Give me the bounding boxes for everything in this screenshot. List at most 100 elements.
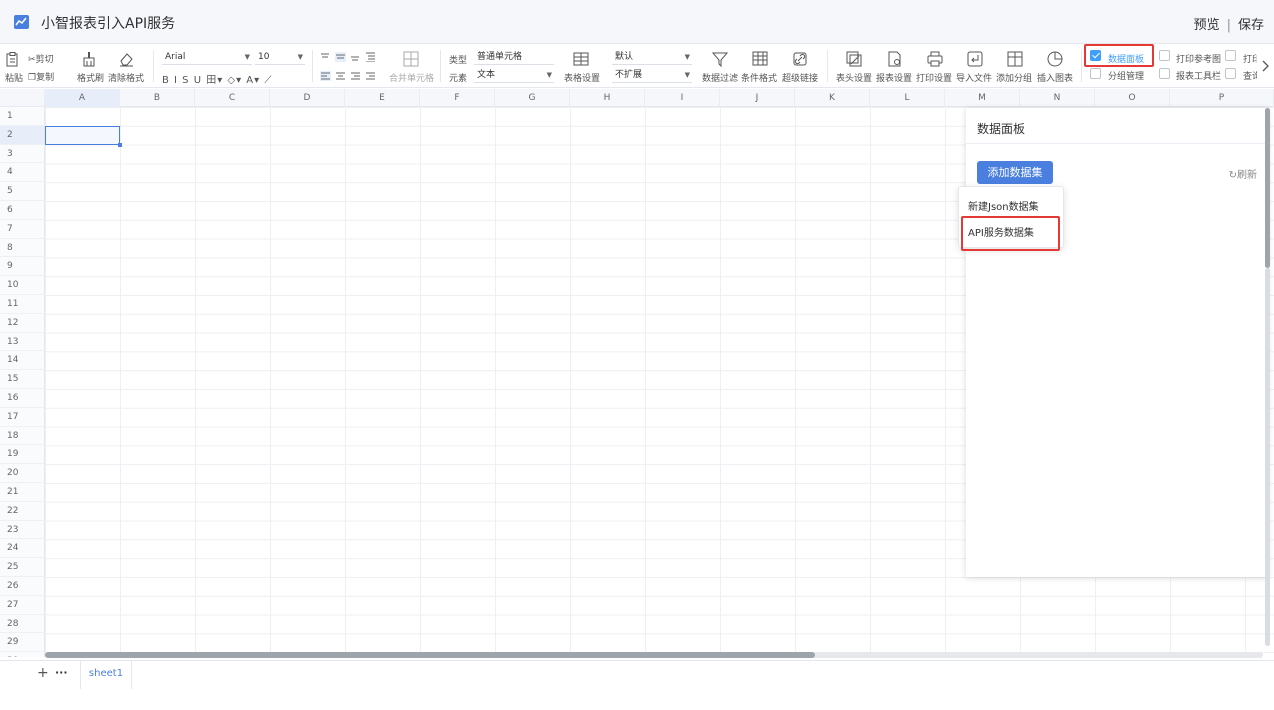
row-header[interactable]: 20 [0, 464, 45, 483]
report-toolbar-label[interactable]: 报表工具栏 [1176, 69, 1221, 82]
paste-icon[interactable] [6, 52, 20, 67]
pie-chart-icon[interactable] [1047, 51, 1063, 67]
format-brush-button[interactable]: 格式刷 [77, 71, 104, 84]
add-dataset-button[interactable]: 添加数据集 [977, 161, 1053, 184]
row-header[interactable]: 13 [0, 332, 45, 352]
print-label[interactable]: 打印 [1243, 52, 1257, 65]
header-settings-button[interactable]: 表头设置 [836, 71, 872, 84]
selected-cell-a2[interactable] [45, 126, 122, 147]
row-header[interactable]: 6 [0, 201, 45, 220]
row-header[interactable]: 5 [0, 182, 45, 201]
row-header[interactable]: 10 [0, 276, 45, 295]
row-header[interactable]: 8 [0, 238, 45, 258]
row-header[interactable]: 18 [0, 426, 45, 446]
column-header[interactable]: B [120, 89, 195, 107]
cut-button[interactable]: ✂剪切 [28, 52, 54, 65]
more-sheets-button[interactable]: ··· [55, 666, 68, 679]
row-header[interactable]: 9 [0, 257, 45, 277]
query-label[interactable]: 查询 [1243, 69, 1257, 82]
row-header[interactable]: 1 [0, 107, 45, 126]
row-header[interactable]: 22 [0, 501, 45, 521]
import-file-icon[interactable] [967, 51, 983, 67]
expand-type-select[interactable]: 不扩展 ▼ [612, 69, 692, 83]
column-header[interactable]: D [270, 89, 345, 107]
report-settings-button[interactable]: 报表设置 [876, 71, 912, 84]
corner-cell[interactable] [0, 89, 45, 107]
row-header[interactable]: 14 [0, 351, 45, 371]
column-header[interactable]: L [870, 89, 945, 107]
format-brush-icon[interactable] [82, 51, 96, 67]
row-header[interactable]: 26 [0, 577, 45, 596]
row-header[interactable]: 4 [0, 163, 45, 183]
group-manage-checkbox[interactable] [1090, 68, 1101, 79]
row-header[interactable]: 12 [0, 313, 45, 333]
clear-format-button[interactable]: 清除格式 [108, 71, 144, 84]
column-header[interactable]: I [645, 89, 720, 107]
filter-icon[interactable] [712, 51, 728, 67]
column-header[interactable]: N [1020, 89, 1095, 107]
column-header[interactable]: F [420, 89, 495, 107]
paste-button[interactable]: 粘贴 [5, 71, 23, 84]
link-icon[interactable] [792, 51, 808, 67]
report-settings-icon[interactable] [887, 51, 903, 67]
expand-default-select[interactable]: 默认 ▼ [612, 51, 692, 65]
sheet-tab[interactable]: sheet1 [80, 661, 132, 689]
cell-type-select[interactable]: 普通单元格 [474, 51, 554, 65]
font-size-select[interactable]: 10 ▼ [255, 51, 305, 65]
column-header[interactable]: P [1170, 89, 1274, 107]
column-header[interactable]: J [720, 89, 795, 107]
merge-cells-icon[interactable] [403, 51, 419, 67]
eraser-icon[interactable] [118, 51, 134, 67]
column-header[interactable]: G [495, 89, 570, 107]
print-ref-label[interactable]: 打印参考图 [1176, 52, 1221, 65]
horizontal-scrollbar-thumb[interactable] [45, 652, 815, 658]
row-header[interactable]: 23 [0, 520, 45, 540]
column-header[interactable]: C [195, 89, 270, 107]
data-panel-label[interactable]: 数据面板 [1108, 52, 1144, 65]
insert-chart-button[interactable]: 插入图表 [1037, 71, 1073, 84]
printer-icon[interactable] [927, 51, 943, 67]
row-header[interactable]: 25 [0, 558, 45, 577]
merge-cells-button[interactable]: 合并单元格 [389, 71, 434, 84]
row-header[interactable]: 30 [0, 652, 45, 657]
vertical-scrollbar-track[interactable] [1265, 268, 1270, 646]
report-toolbar-checkbox[interactable] [1159, 68, 1170, 79]
column-header[interactable]: M [945, 89, 1020, 107]
row-header[interactable]: 16 [0, 389, 45, 408]
font-style-buttons[interactable]: B I S U 田▾ ◇▾ A▾ ⟋ [162, 71, 272, 86]
data-filter-button[interactable]: 数据过滤 [702, 71, 738, 84]
print-settings-button[interactable]: 打印设置 [916, 71, 952, 84]
table-icon[interactable] [573, 51, 589, 67]
column-header[interactable]: K [795, 89, 870, 107]
conditional-format-icon[interactable] [752, 51, 768, 67]
row-header[interactable]: 27 [0, 595, 45, 615]
row-header[interactable]: 21 [0, 483, 45, 502]
query-checkbox[interactable] [1225, 68, 1236, 79]
conditional-format-button[interactable]: 条件格式 [741, 71, 777, 84]
menu-item-api-dataset[interactable]: API服务数据集 [968, 224, 1034, 239]
row-header[interactable]: 19 [0, 445, 45, 465]
row-header[interactable]: 2 [0, 125, 45, 145]
row-header[interactable]: 3 [0, 144, 45, 164]
row-header[interactable]: 28 [0, 614, 45, 634]
font-family-select[interactable]: Arial ▼ [162, 51, 252, 65]
print-ref-checkbox[interactable] [1159, 50, 1170, 61]
column-header[interactable]: O [1095, 89, 1170, 107]
import-file-button[interactable]: 导入文件 [956, 71, 992, 84]
row-header[interactable]: 11 [0, 295, 45, 314]
table-settings-button[interactable]: 表格设置 [564, 71, 600, 84]
save-button[interactable]: 保存 [1238, 18, 1264, 33]
data-panel-checkbox[interactable] [1090, 50, 1101, 61]
row-header[interactable]: 24 [0, 539, 45, 559]
header-settings-icon[interactable] [846, 51, 862, 67]
horizontal-align-icons[interactable] [320, 71, 382, 81]
menu-item-json-dataset[interactable]: 新建Json数据集 [968, 198, 1039, 213]
hyperlink-button[interactable]: 超级链接 [782, 71, 818, 84]
row-header[interactable]: 7 [0, 219, 45, 239]
copy-button[interactable]: ❐复制 [28, 70, 54, 83]
preview-button[interactable]: 预览 [1194, 18, 1220, 33]
add-group-button[interactable]: 添加分组 [996, 71, 1032, 84]
refresh-button[interactable]: ↻刷新 [1229, 166, 1257, 181]
vertical-scrollbar-thumb[interactable] [1265, 108, 1270, 268]
add-group-icon[interactable] [1007, 51, 1023, 67]
